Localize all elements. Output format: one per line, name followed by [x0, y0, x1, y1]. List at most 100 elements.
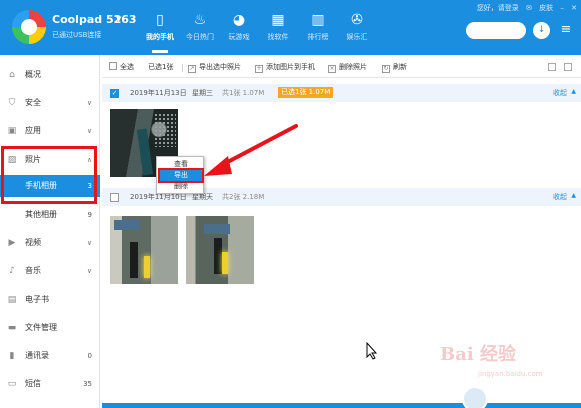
assistant-avatar-icon[interactable] — [462, 386, 488, 408]
minimize-icon[interactable]: – — [560, 4, 564, 12]
sidebar-item-video[interactable]: ▶ 视频 ∨ — [0, 232, 100, 254]
tab-label: 玩游戏 — [228, 33, 250, 41]
photo-thumbnail[interactable] — [110, 216, 178, 284]
checkbox-icon — [109, 62, 117, 70]
add-photos-button[interactable]: + 添加图片到手机 — [255, 62, 315, 73]
add-icon: + — [255, 65, 263, 73]
photo-detail — [114, 220, 140, 230]
tab-my-phone[interactable]: ▯ 我的手机 — [140, 6, 180, 53]
device-status: 已通过USB连接 — [52, 31, 102, 39]
close-icon[interactable]: ✕ — [571, 4, 577, 12]
chevron-up-icon[interactable]: ▲ — [571, 192, 576, 199]
tab-software[interactable]: ▦ 找软件 — [258, 6, 298, 51]
sidebar-item-overview[interactable]: ⌂ 概况 — [0, 64, 100, 86]
group-checkbox[interactable] — [110, 193, 119, 202]
search-input[interactable] — [466, 22, 526, 39]
album-count: 9 — [87, 211, 92, 219]
video-icon: ▶ — [8, 238, 16, 248]
photo-detail — [214, 238, 222, 274]
sidebar-item-label: 视频 — [25, 238, 41, 247]
export-button[interactable]: ↗ 导出选中照片 — [188, 62, 241, 73]
tab-label: 我的手机 — [146, 33, 174, 41]
list-view-icon[interactable] — [564, 63, 572, 71]
context-menu: 查看 导出 删除 — [156, 156, 204, 194]
sidebar-item-label: 文件管理 — [25, 323, 57, 332]
photo-group-header: ✓ 2019年11月13日 星期三 共1张 1.07M 已选1张 1.07M 收… — [102, 84, 581, 102]
chevron-down-icon: ∨ — [86, 239, 92, 247]
grid-view-icon[interactable] — [548, 63, 556, 71]
sidebar-item-sms[interactable]: ▭ 短信 35 — [0, 373, 100, 395]
download-icon[interactable]: ↓ — [533, 22, 550, 39]
photo-detail — [204, 224, 230, 234]
book-icon: ▤ — [7, 295, 17, 305]
chevron-up-icon[interactable]: ▲ — [571, 88, 576, 95]
watermark: Bai 经验 jingyan.baidu.com — [440, 340, 570, 390]
tab-hot-today[interactable]: ♨ 今日热门 — [180, 6, 220, 51]
tab-rankings[interactable]: ▥ 排行榜 — [298, 6, 338, 51]
select-all-label: 全选 — [120, 63, 134, 71]
flame-icon: ♨ — [193, 12, 207, 28]
sms-count: 35 — [83, 380, 92, 388]
header-bar: Coolpad 5263 ▼ 已通过USB连接 ▯ 我的手机 ♨ 今日热门 ◕ … — [0, 0, 581, 55]
divider — [182, 64, 183, 72]
caret-down-icon[interactable]: ▼ — [116, 15, 121, 23]
annotation-arrow-icon — [204, 124, 298, 176]
refresh-label: 刷新 — [393, 63, 407, 71]
delete-label: 删除照片 — [339, 63, 367, 71]
sidebar-item-ebook[interactable]: ▤ 电子书 — [0, 289, 100, 311]
folder-icon: ▬ — [7, 323, 17, 333]
group-weekday: 星期三 — [192, 89, 213, 97]
sidebar-item-security[interactable]: ⛉ 安全 ∨ — [0, 92, 100, 114]
trash-icon: × — [328, 65, 336, 73]
login-link[interactable]: 您好，请登录 — [477, 4, 519, 12]
film-reel-icon: ✇ — [351, 12, 363, 28]
sidebar-item-files[interactable]: ▬ 文件管理 — [0, 317, 100, 339]
app-window: Coolpad 5263 ▼ 已通过USB连接 ▯ 我的手机 ♨ 今日热门 ◕ … — [0, 0, 581, 408]
group-count: 共1张 1.07M — [222, 89, 265, 97]
sidebar-item-label: 概况 — [25, 70, 41, 79]
sidebar-item-label: 安全 — [25, 98, 41, 107]
sidebar-item-apps[interactable]: ▣ 应用 ∨ — [0, 120, 100, 142]
watermark-text: Bai 经验 — [440, 344, 516, 365]
add-label: 添加图片到手机 — [266, 63, 315, 71]
export-icon: ↗ — [188, 65, 196, 73]
photo-thumbnail[interactable] — [186, 216, 254, 284]
mouse-cursor-icon — [366, 342, 378, 360]
tab-entertainment[interactable]: ✇ 娱乐汇 — [337, 6, 377, 51]
top-links: 您好，请登录 ✉ 皮肤 – ✕ — [472, 3, 577, 13]
menu-icon[interactable]: ≡ — [558, 20, 574, 40]
sidebar-item-music[interactable]: ♪ 音乐 ∨ — [0, 260, 100, 282]
collapse-link[interactable]: 收起 — [553, 88, 567, 98]
select-all-checkbox[interactable]: 全选 — [109, 62, 134, 72]
delete-button[interactable]: × 删除照片 — [328, 62, 367, 73]
contacts-icon: ▮ — [9, 351, 15, 361]
menu-item-view[interactable]: 查看 — [160, 159, 202, 170]
menu-item-delete[interactable]: 删除 — [160, 181, 202, 192]
group-checkbox[interactable]: ✓ — [110, 89, 119, 98]
refresh-icon: ↻ — [382, 65, 390, 73]
collapse-link[interactable]: 收起 — [553, 192, 567, 202]
skin-link[interactable]: 皮肤 — [539, 4, 553, 12]
tab-label: 排行榜 — [307, 33, 329, 41]
photo-detail — [144, 256, 150, 278]
mail-icon[interactable]: ✉ — [526, 4, 532, 12]
group-count: 共2张 2.18M — [222, 193, 265, 201]
sidebar-item-label: 音乐 — [25, 266, 41, 275]
menu-item-export[interactable]: 导出 — [158, 168, 204, 183]
tab-games[interactable]: ◕ 玩游戏 — [219, 6, 259, 51]
refresh-button[interactable]: ↻ 刷新 — [382, 62, 407, 73]
contacts-count: 0 — [87, 352, 92, 360]
gamepad-icon: ◕ — [232, 12, 246, 28]
sidebar-item-other-albums[interactable]: 其他相册 9 — [0, 204, 100, 226]
app-icon: ▣ — [7, 126, 17, 136]
tab-label: 娱乐汇 — [346, 33, 368, 41]
selected-badge: 已选1张 1.07M — [278, 87, 334, 98]
tab-label: 找软件 — [267, 33, 289, 41]
sms-icon: ▭ — [7, 379, 17, 389]
photo-detail — [154, 113, 176, 147]
sidebar-item-label: 应用 — [25, 126, 41, 135]
sidebar-item-contacts[interactable]: ▮ 通讯录 0 — [0, 345, 100, 367]
photo-detail — [222, 252, 228, 274]
device-name[interactable]: Coolpad 5263 — [52, 13, 137, 26]
chevron-down-icon: ∨ — [86, 267, 92, 275]
